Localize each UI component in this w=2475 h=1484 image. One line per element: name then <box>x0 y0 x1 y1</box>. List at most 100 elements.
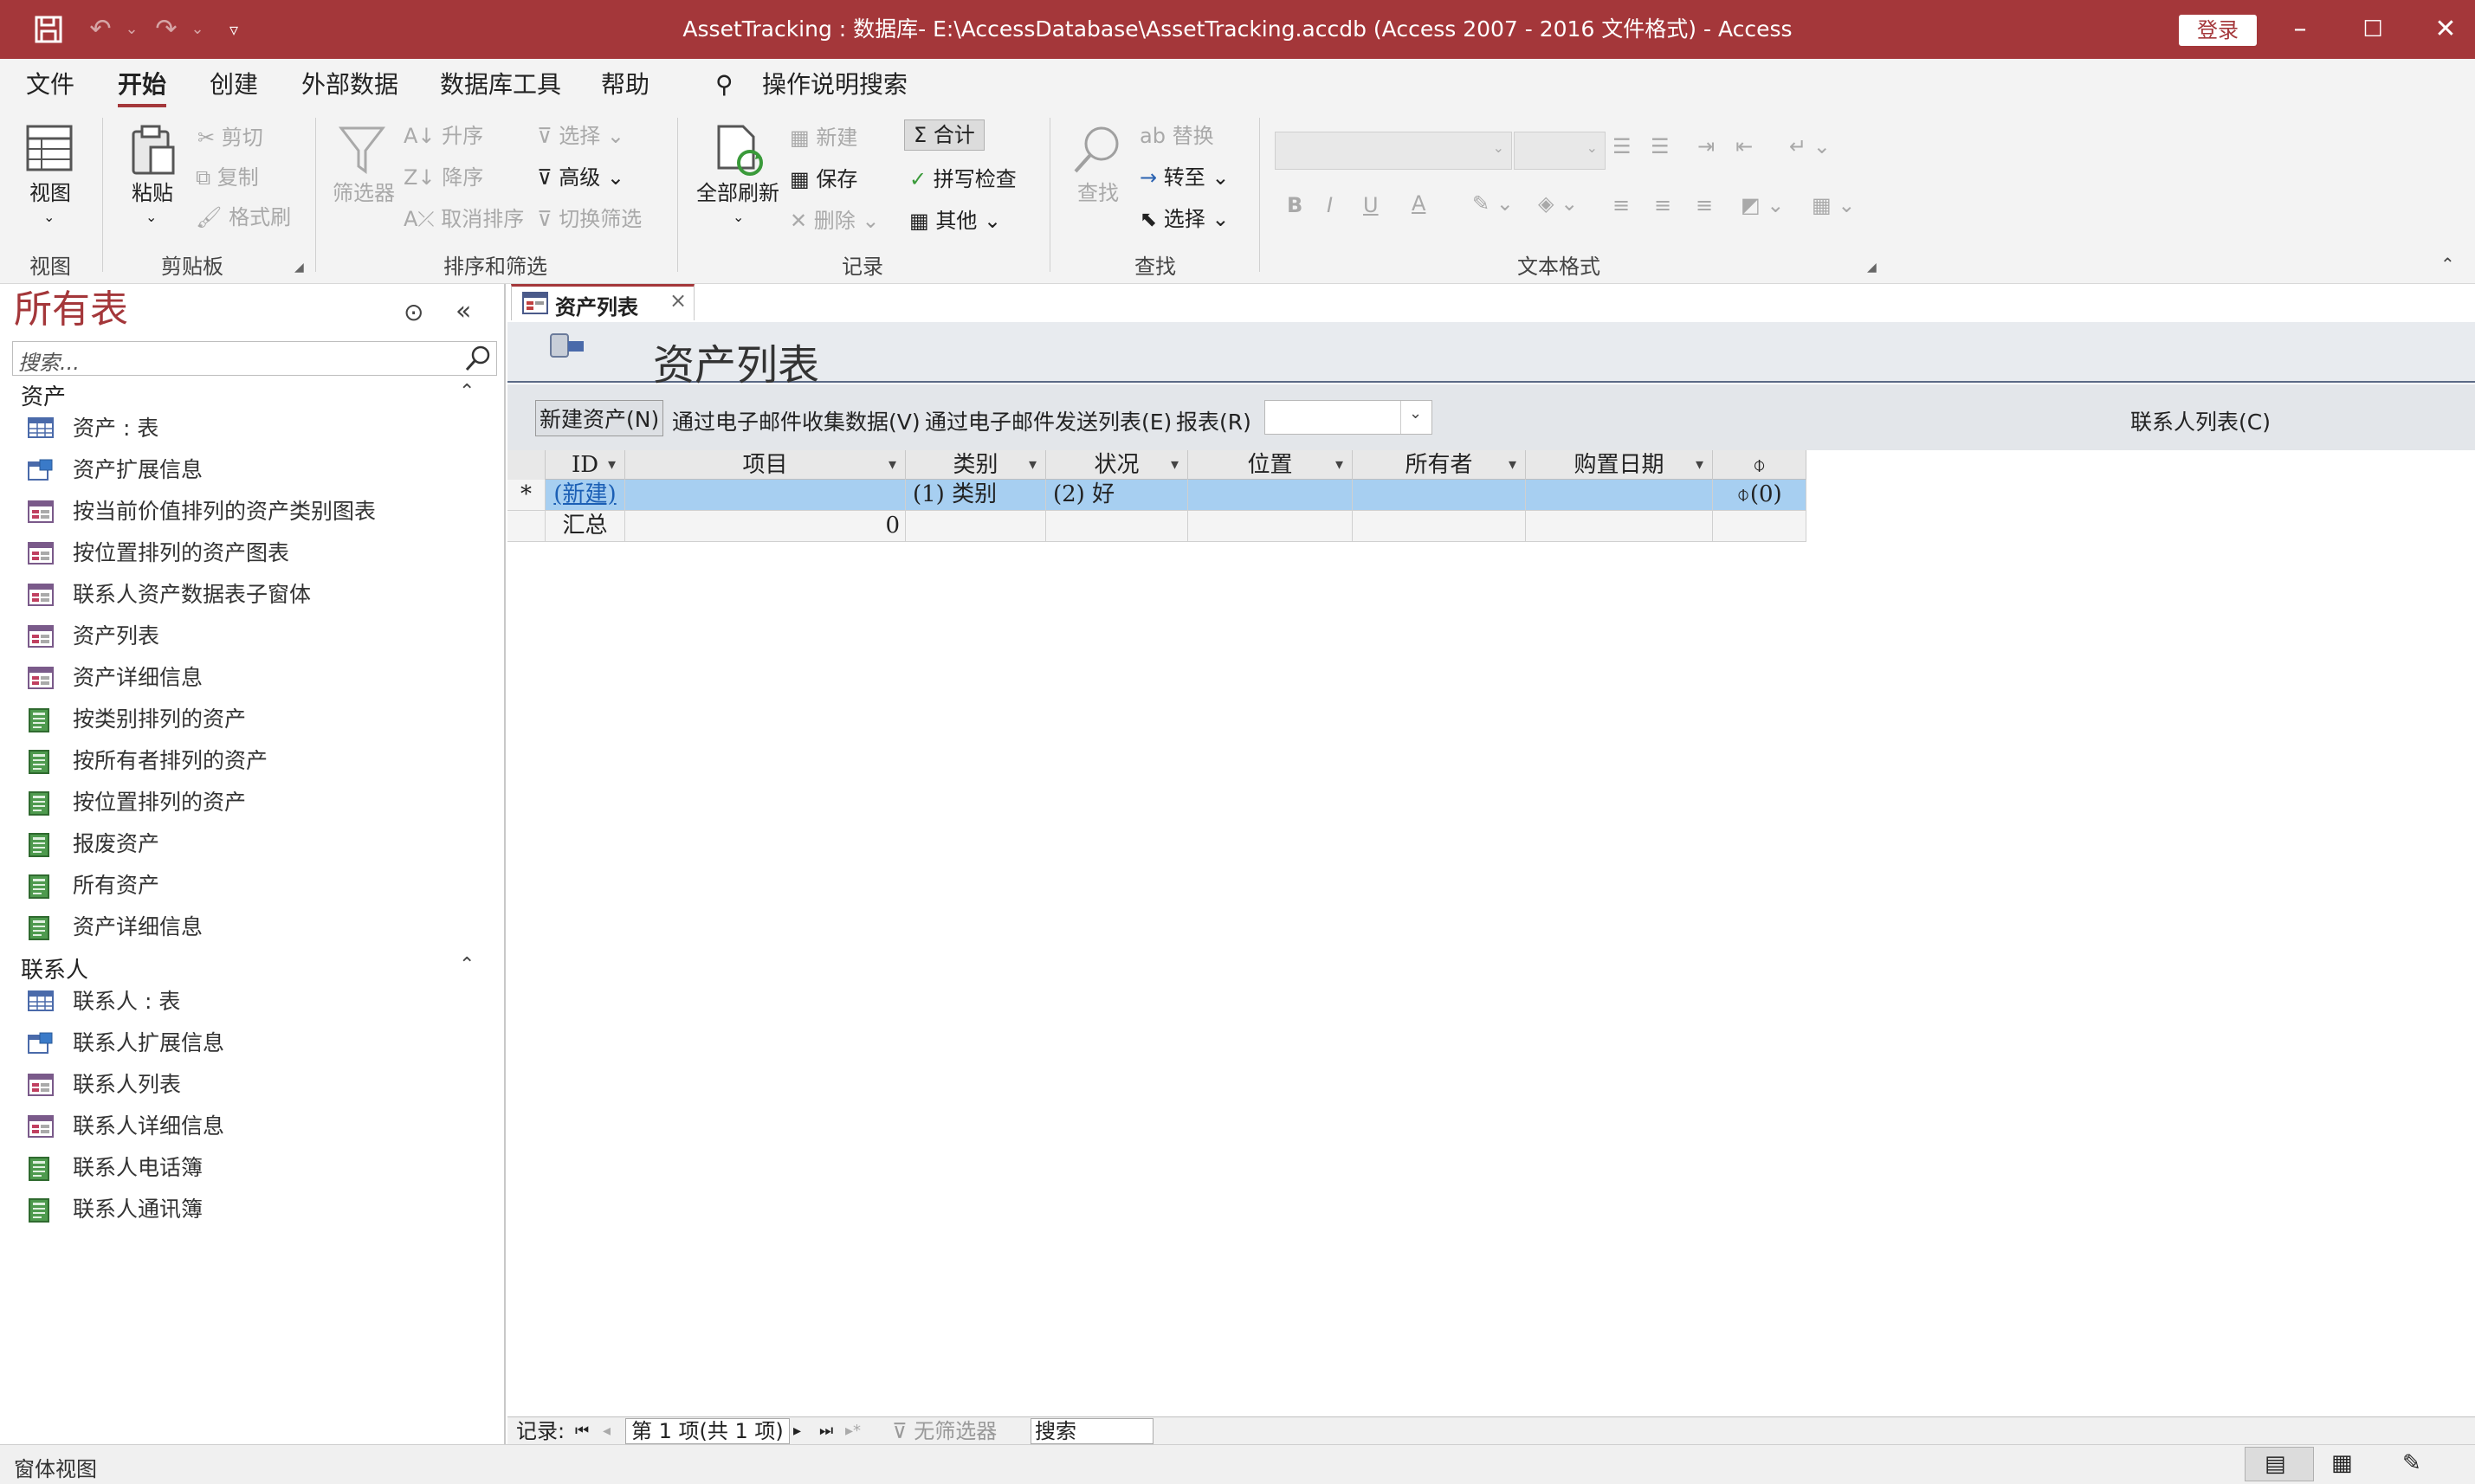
new-asset-button[interactable]: 新建资产(N) <box>535 400 664 436</box>
form-view-button[interactable]: ▤ <box>2245 1447 2314 1481</box>
filter-icon[interactable] <box>338 123 386 177</box>
sign-in-button[interactable]: 登录 <box>2179 15 2257 46</box>
next-record-icon[interactable]: ▸ <box>793 1419 801 1443</box>
save-icon[interactable] <box>31 12 66 47</box>
sort-ascending-button[interactable]: A↓ 升序 <box>404 123 483 149</box>
column-dropdown-icon[interactable]: ▾ <box>1696 450 1703 480</box>
column-dropdown-icon[interactable]: ▾ <box>608 450 616 480</box>
new-row-attachments[interactable]: ⌽(0) <box>1713 480 1806 511</box>
goto-button[interactable]: → 转至 ⌄ <box>1140 165 1230 190</box>
spelling-button[interactable]: ✓ 拼写检查 <box>909 166 1017 192</box>
nav-menu-dropdown-icon[interactable]: ⊙ <box>404 298 423 326</box>
paragraph-icon[interactable]: ↵ ⌄ <box>1789 133 1831 159</box>
italic-button[interactable]: I <box>1327 192 1333 218</box>
more-button[interactable]: ▦ 其他 ⌄ <box>909 208 1001 234</box>
column-header-condition[interactable]: 状况 ▾ <box>1046 450 1188 480</box>
nav-search-input[interactable]: 搜索... <box>12 341 497 376</box>
new-row-id[interactable]: (新建) <box>546 480 625 511</box>
highlight-icon[interactable]: ✎ ⌄ <box>1472 190 1514 216</box>
totals-button[interactable]: Σ 合计 <box>904 119 985 151</box>
column-header-item[interactable]: 项目 ▾ <box>625 450 906 480</box>
column-header-id[interactable]: ID ▾ <box>546 450 625 480</box>
tab-create[interactable]: 创建 <box>210 69 258 100</box>
underline-button[interactable]: U <box>1363 192 1379 218</box>
remove-sort-button[interactable]: A⤫ 取消排序 <box>404 206 524 232</box>
column-dropdown-icon[interactable]: ▾ <box>1509 450 1516 480</box>
last-record-icon[interactable]: ⏭ <box>819 1419 833 1443</box>
new-record-button[interactable]: ▦ 新建 <box>790 125 857 151</box>
font-size-combo[interactable]: ⌄ <box>1514 132 1606 170</box>
filter-button[interactable]: 筛选器 <box>333 180 395 206</box>
cut-button[interactable]: ✂ 剪切 <box>197 125 263 151</box>
refresh-dropdown-icon[interactable]: ⌄ <box>733 204 744 230</box>
sort-descending-button[interactable]: Z↓ 降序 <box>404 165 483 190</box>
search-icon[interactable]: ⚲ <box>715 69 733 100</box>
contacts-list-button[interactable]: 联系人列表(C) <box>2130 405 2271 436</box>
undo-icon[interactable]: ↶ <box>83 12 118 47</box>
undo-dropdown-icon[interactable]: ⌄ <box>114 12 149 47</box>
row-selector-header[interactable] <box>507 450 546 480</box>
bold-button[interactable]: B <box>1287 192 1302 218</box>
tab-help[interactable]: 帮助 <box>601 69 649 100</box>
new-row-owner[interactable] <box>1353 480 1526 511</box>
tab-home[interactable]: 开始 <box>118 69 167 107</box>
new-row-marker[interactable]: * <box>507 480 546 511</box>
prev-record-icon[interactable]: ◂ <box>603 1419 611 1443</box>
nav-group-header[interactable]: 资产 <box>21 379 66 411</box>
align-left-icon[interactable]: ≡ <box>1612 192 1630 218</box>
align-right-icon[interactable]: ≡ <box>1696 192 1713 218</box>
no-filter-button[interactable]: ⊽ 无筛选器 <box>892 1419 997 1443</box>
minimize-button[interactable]: – <box>2264 0 2336 59</box>
refresh-all-button[interactable]: 全部刷新 <box>696 180 779 206</box>
numbering-icon[interactable]: ☰ <box>1651 133 1670 159</box>
fill-color-icon[interactable]: ◈ ⌄ <box>1538 190 1578 216</box>
clipboard-launcher-icon[interactable]: ◢ <box>294 255 304 281</box>
paste-button[interactable]: 粘贴 <box>132 180 173 206</box>
first-record-icon[interactable]: ⏮ <box>575 1419 589 1443</box>
column-header-owner[interactable]: 所有者 ▾ <box>1353 450 1526 480</box>
column-header-location[interactable]: 位置 ▾ <box>1188 450 1353 480</box>
view-dropdown-icon[interactable]: ⌄ <box>43 204 55 230</box>
view-icon[interactable] <box>24 123 74 173</box>
nav-pane-title[interactable]: 所有表 <box>14 284 128 336</box>
column-dropdown-icon[interactable]: ▾ <box>1171 450 1179 480</box>
collapse-group-icon[interactable]: ⌃ <box>459 954 475 976</box>
advanced-button[interactable]: ⊽ 高级 ⌄ <box>537 165 624 190</box>
collapse-group-icon[interactable]: ⌃ <box>459 381 475 403</box>
send-email-button[interactable]: 通过电子邮件发送列表(E) <box>925 405 1172 436</box>
view-button[interactable]: 视图 <box>29 180 71 206</box>
copy-button[interactable]: ⧉ 复制 <box>196 165 259 190</box>
redo-dropdown-icon[interactable]: ⌄ <box>180 12 215 47</box>
column-header-attachments[interactable]: ⌽ <box>1713 450 1806 480</box>
delete-record-button[interactable]: ✕ 删除 ⌄ <box>790 208 880 234</box>
font-name-combo[interactable]: ⌄ <box>1275 132 1512 170</box>
bullets-icon[interactable]: ☰ <box>1612 133 1632 159</box>
tab-external-data[interactable]: 外部数据 <box>301 69 398 100</box>
nav-group-header[interactable]: 联系人 <box>21 952 88 984</box>
alt-row-color-icon[interactable]: ◩ ⌄ <box>1741 192 1784 218</box>
find-icon[interactable] <box>1070 123 1124 177</box>
document-tab[interactable]: 资产列表 × <box>511 284 695 320</box>
column-dropdown-icon[interactable]: ▾ <box>889 450 896 480</box>
toggle-filter-button[interactable]: ⊽ 切换筛选 <box>537 206 642 232</box>
column-dropdown-icon[interactable]: ▾ <box>1029 450 1037 480</box>
new-record-nav-icon[interactable]: ▸* <box>845 1419 861 1443</box>
find-button[interactable]: 查找 <box>1077 180 1119 206</box>
refresh-all-icon[interactable] <box>714 123 767 178</box>
align-center-icon[interactable]: ≡ <box>1654 192 1671 218</box>
new-record-row[interactable]: * (新建) (1) 类别 (2) 好 ⌽(0) <box>507 480 1806 511</box>
new-row-location[interactable] <box>1188 480 1353 511</box>
replace-button[interactable]: ab 替换 <box>1140 123 1214 149</box>
paste-icon[interactable] <box>126 123 178 177</box>
record-position-field[interactable]: 第 1 项(共 1 项) <box>625 1418 790 1444</box>
save-record-button[interactable]: ▦ 保存 <box>790 166 857 192</box>
collapse-nav-icon[interactable]: « <box>456 296 471 326</box>
search-icon[interactable] <box>463 344 494 373</box>
paste-dropdown-icon[interactable]: ⌄ <box>145 204 157 230</box>
decrease-indent-icon[interactable]: ⇤ <box>1735 133 1753 159</box>
select-button[interactable]: ⬉ 选择 ⌄ <box>1140 206 1230 232</box>
new-row-acquired-date[interactable] <box>1526 480 1713 511</box>
total-row-value[interactable]: 0 <box>625 511 906 542</box>
new-row-category[interactable]: (1) 类别 <box>906 480 1046 511</box>
column-header-acquired-date[interactable]: 购置日期 ▾ <box>1526 450 1713 480</box>
